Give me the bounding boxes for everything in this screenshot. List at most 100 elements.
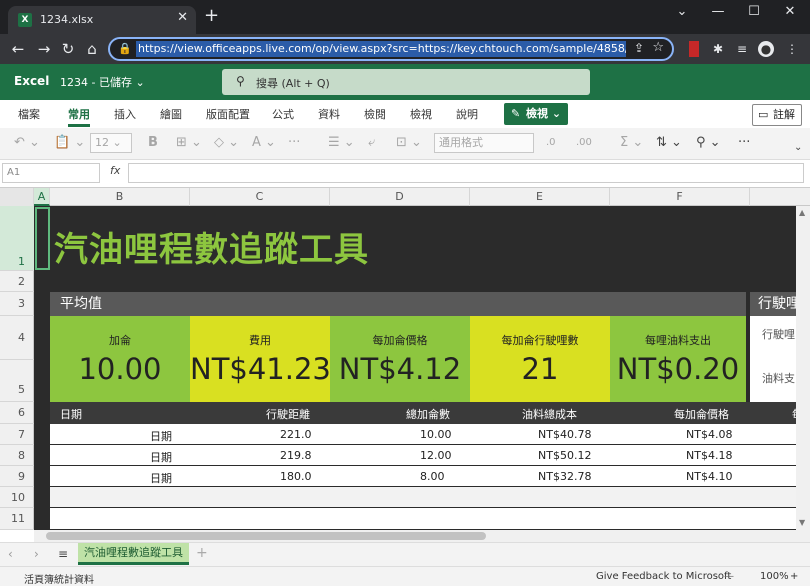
row-header-7[interactable]: 7	[0, 424, 34, 445]
home-button[interactable]: ⌂	[82, 39, 102, 59]
column-header-d[interactable]: D	[330, 188, 470, 206]
zoom-in-icon[interactable]: +	[790, 571, 798, 582]
side-panel[interactable]: 行駛哩 油料支	[750, 316, 796, 402]
selected-cell-a1[interactable]	[35, 207, 50, 270]
row-header-8[interactable]: 8	[0, 445, 34, 466]
increase-decimal-icon[interactable]: .0	[546, 135, 556, 151]
sheet-tab-active[interactable]: 汽油哩程數追蹤工具	[78, 543, 189, 565]
column-header-c[interactable]: C	[190, 188, 330, 206]
extension-red-icon[interactable]	[689, 41, 699, 57]
side-header[interactable]: 行駛哩	[750, 292, 796, 316]
extensions-puzzle-icon[interactable]: ✱	[710, 41, 726, 57]
column-header-f[interactable]: F	[610, 188, 750, 206]
column-header-e[interactable]: E	[470, 188, 610, 206]
zoom-out-icon[interactable]: —	[724, 571, 734, 582]
autosum-icon[interactable]: Σ ⌄	[620, 135, 643, 151]
row-header-4[interactable]: 4	[0, 316, 34, 360]
merge-icon[interactable]: ⊡ ⌄	[396, 135, 422, 151]
kpi-card-cost-per-mile[interactable]: 每哩油料支出 NT$0.20	[610, 316, 746, 402]
next-sheet-icon[interactable]: ›	[34, 547, 39, 561]
column-header-b[interactable]: B	[50, 188, 190, 206]
omnibox[interactable]: 🔒 https://view.officeapps.live.com/op/vi…	[108, 37, 674, 61]
decrease-decimal-icon[interactable]: .00	[576, 135, 592, 151]
lock-icon[interactable]: 🔒	[118, 42, 132, 55]
tab-insert[interactable]: 插入	[114, 106, 136, 122]
browser-tab[interactable]: X 1234.xlsx ✕	[8, 6, 196, 34]
row-header-5[interactable]: 5	[0, 360, 34, 402]
all-sheets-icon[interactable]: ≡	[58, 547, 68, 561]
minimize-button[interactable]: —	[700, 2, 736, 22]
back-button[interactable]: ←	[8, 39, 28, 59]
column-header-a[interactable]: A	[34, 188, 50, 206]
kpi-card-price-per-gallon[interactable]: 每加侖價格 NT$4.12	[330, 316, 470, 402]
table-row[interactable]: 日期 219.8 12.00 NT$50.12 NT$4.18	[50, 445, 796, 466]
fill-color-icon[interactable]: ◇ ⌄	[214, 135, 239, 151]
worksheet-grid[interactable]: 汽油哩程數追蹤工具 平均值 行駛哩 加侖 10.00 費用 NT$41.23 每…	[34, 206, 796, 530]
kpi-card-cost[interactable]: 費用 NT$41.23	[190, 316, 331, 402]
tab-file[interactable]: 檔案	[18, 106, 40, 122]
averages-header[interactable]: 平均值	[50, 292, 746, 316]
view-mode-button[interactable]: ✎ 檢視 ⌄	[504, 103, 568, 125]
find-icon[interactable]: ⚲ ⌄	[696, 135, 721, 151]
table-row-empty[interactable]	[50, 487, 796, 508]
more-options-icon[interactable]: ···	[738, 135, 750, 151]
kpi-card-gallons[interactable]: 加侖 10.00	[50, 316, 190, 402]
forward-button[interactable]: →	[34, 39, 54, 59]
ribbon-collapse-icon[interactable]: ⌄	[794, 140, 802, 156]
sheet-title[interactable]: 汽油哩程數追蹤工具	[54, 222, 369, 271]
tab-draw[interactable]: 繪圖	[160, 106, 182, 122]
zoom-level[interactable]: 100%	[760, 571, 789, 582]
kpi-card-miles-per-gallon[interactable]: 每加侖行駛哩數 21	[470, 316, 610, 402]
tab-view[interactable]: 檢視	[410, 106, 432, 122]
wrap-text-icon[interactable]: ⤶	[368, 135, 375, 151]
formula-input[interactable]	[128, 163, 804, 183]
new-tab-button[interactable]: +	[204, 6, 219, 26]
bold-icon[interactable]: B	[148, 135, 158, 151]
tab-help[interactable]: 說明	[456, 106, 478, 122]
tab-formulas[interactable]: 公式	[272, 106, 294, 122]
maximize-button[interactable]: ☐	[736, 2, 772, 22]
url-text[interactable]: https://view.officeapps.live.com/op/view…	[136, 41, 626, 57]
row-header-2[interactable]: 2	[0, 271, 34, 292]
row-header-1[interactable]: 1	[0, 206, 34, 271]
sort-filter-icon[interactable]: ⇅ ⌄	[656, 135, 682, 151]
tab-home[interactable]: 常用	[68, 106, 90, 122]
chevron-down-icon[interactable]: ⌄	[664, 2, 700, 22]
align-icon[interactable]: ☰ ⌄	[328, 135, 355, 151]
table-row[interactable]: 日期 180.0 8.00 NT$32.78 NT$4.10	[50, 466, 796, 487]
number-format-select[interactable]: 通用格式	[434, 133, 534, 153]
horizontal-scrollbar[interactable]	[34, 530, 810, 542]
row-header-10[interactable]: 10	[0, 487, 34, 508]
row-header-9[interactable]: 9	[0, 466, 34, 487]
row-header-6[interactable]: 6	[0, 402, 34, 424]
share-icon[interactable]: ⇪	[634, 41, 644, 55]
vertical-scrollbar[interactable]: ▲ ▼	[796, 206, 810, 530]
row-header-11[interactable]: 11	[0, 508, 34, 530]
close-tab-icon[interactable]: ✕	[177, 10, 188, 25]
select-all-corner[interactable]	[0, 188, 34, 206]
fx-icon[interactable]: fx	[110, 164, 120, 177]
table-header-row[interactable]: 日期 行駛距離 總加侖數 油料總成本 每加侖價格 每	[50, 402, 796, 424]
undo-icon[interactable]: ↶ ⌄	[14, 135, 40, 151]
feedback-link[interactable]: Give Feedback to Microsoft	[596, 571, 731, 582]
scroll-down-icon[interactable]: ▼	[799, 518, 805, 527]
font-color-icon[interactable]: A ⌄	[252, 135, 276, 151]
reload-button[interactable]: ↻	[58, 39, 78, 59]
media-control-icon[interactable]: ≡	[734, 41, 750, 57]
browser-menu-icon[interactable]: ⋮	[784, 41, 800, 57]
add-sheet-button[interactable]: +	[196, 545, 208, 561]
table-row[interactable]: 日期 221.0 10.00 NT$40.78 NT$4.08	[50, 424, 796, 445]
document-title[interactable]: 1234 - 已儲存 ⌄	[60, 74, 145, 90]
close-window-button[interactable]: ✕	[772, 2, 808, 22]
name-box[interactable]: A1	[2, 163, 100, 183]
comment-button[interactable]: ▭ 註解	[752, 104, 802, 126]
borders-icon[interactable]: ⊞ ⌄	[176, 135, 202, 151]
more-icon[interactable]: ···	[288, 135, 300, 151]
paste-icon[interactable]: 📋 ⌄	[54, 135, 85, 151]
column-header-g[interactable]	[750, 188, 810, 206]
font-size-select[interactable]: 12 ⌄	[90, 133, 132, 153]
workbook-statistics[interactable]: 活頁簿統計資料	[24, 571, 94, 586]
app-name[interactable]: Excel	[14, 74, 49, 88]
prev-sheet-icon[interactable]: ‹	[8, 547, 13, 561]
row-header-3[interactable]: 3	[0, 292, 34, 316]
